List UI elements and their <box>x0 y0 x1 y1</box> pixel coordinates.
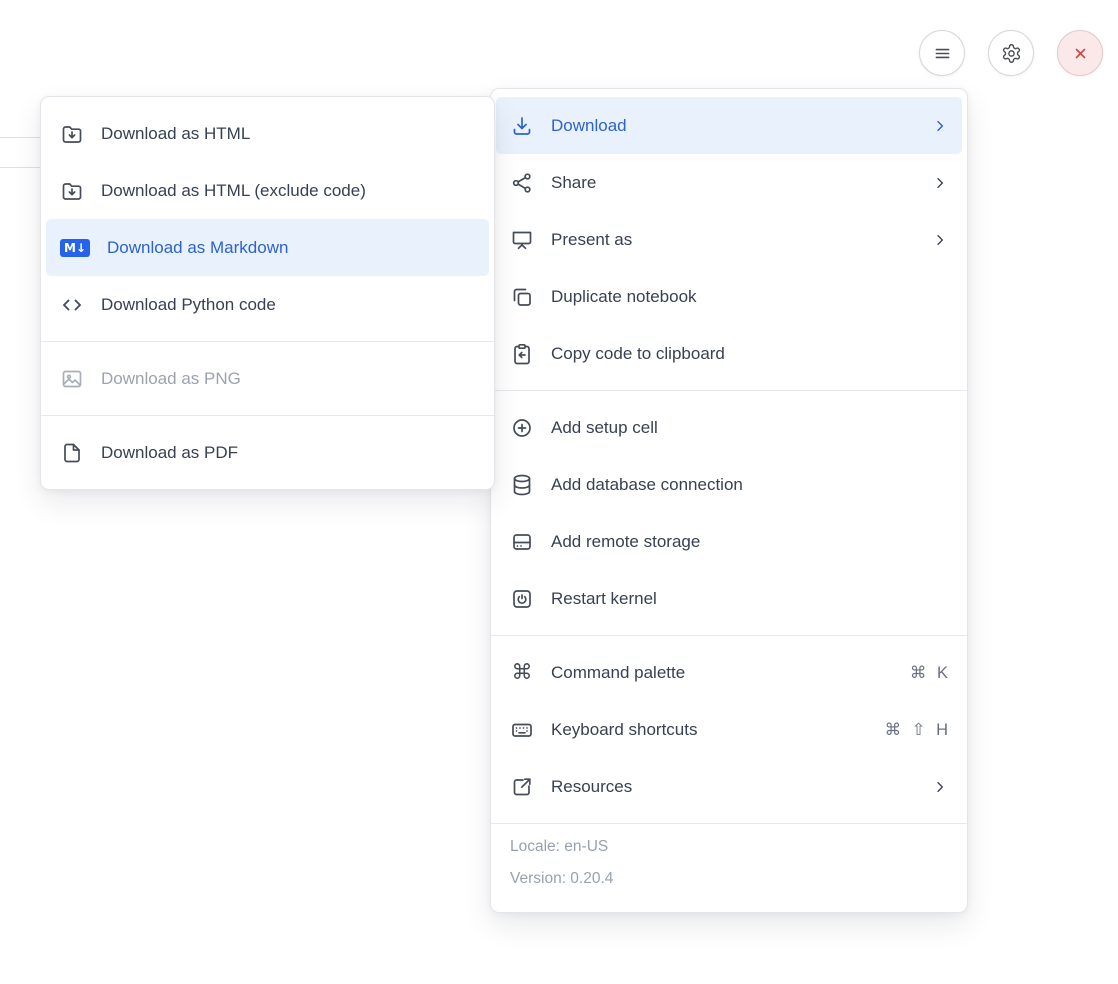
menu-item-label: Download as Markdown <box>107 238 288 258</box>
submenu-group-formats: Download as HTML Download as HTML (exclu… <box>41 105 494 333</box>
menu-item-label: Duplicate notebook <box>551 287 697 307</box>
command-icon: ⌘ <box>510 662 534 683</box>
menu-separator <box>41 341 494 342</box>
menu-item-label: Download as PNG <box>101 369 241 389</box>
file-icon <box>60 441 84 465</box>
menu-item-label: Restart kernel <box>551 589 657 609</box>
menu-item-label: Resources <box>551 777 632 797</box>
menu-item-label: Download as HTML <box>101 124 250 144</box>
download-submenu-panel: Download as HTML Download as HTML (exclu… <box>40 96 495 490</box>
external-link-icon <box>510 775 534 799</box>
markdown-icon: M↓ <box>60 239 90 257</box>
hamburger-icon <box>932 43 953 64</box>
menu-footer: Locale: en-US Version: 0.20.4 <box>491 823 967 904</box>
menu-item-download-as-markdown[interactable]: M↓ Download as Markdown <box>46 219 489 276</box>
menu-item-add-setup-cell[interactable]: Add setup cell <box>496 399 962 456</box>
locale-text: Locale: en-US <box>510 838 948 856</box>
keyboard-icon <box>510 718 534 742</box>
presentation-icon <box>510 228 534 252</box>
menu-item-label: Download as HTML (exclude code) <box>101 181 366 201</box>
menu-item-resources[interactable]: Resources <box>496 758 962 815</box>
menu-item-label: Present as <box>551 230 632 250</box>
settings-button[interactable] <box>988 30 1034 76</box>
menu-item-label: Command palette <box>551 663 685 683</box>
gear-icon <box>1001 43 1022 64</box>
download-icon <box>510 114 534 138</box>
chevron-right-icon <box>932 118 948 134</box>
submenu-group-pdf: Download as PDF <box>41 424 494 481</box>
menu-item-download-as-html[interactable]: Download as HTML <box>46 105 489 162</box>
menu-item-duplicate-notebook[interactable]: Duplicate notebook <box>496 268 962 325</box>
menu-item-command-palette[interactable]: ⌘ Command palette ⌘ K <box>496 644 962 701</box>
notebook-menu-button[interactable] <box>919 30 965 76</box>
menu-item-label: Download Python code <box>101 295 276 315</box>
chevron-right-icon <box>932 175 948 191</box>
submenu-group-png: Download as PNG <box>41 350 494 407</box>
menu-item-keyboard-shortcuts[interactable]: Keyboard shortcuts ⌘ ⇧ H <box>496 701 962 758</box>
menu-item-add-remote-storage[interactable]: Add remote storage <box>496 513 962 570</box>
plus-circle-icon <box>510 416 534 440</box>
menu-item-label: Add remote storage <box>551 532 700 552</box>
menu-item-present-as[interactable]: Present as <box>496 211 962 268</box>
top-right-controls <box>919 30 1103 76</box>
menu-item-label: Download <box>551 116 627 136</box>
menu-item-restart-kernel[interactable]: Restart kernel <box>496 570 962 627</box>
folder-download-icon <box>60 179 84 203</box>
menu-item-add-database-connection[interactable]: Add database connection <box>496 456 962 513</box>
page-edge-line <box>0 137 41 138</box>
share-icon <box>510 171 534 195</box>
clipboard-copy-icon <box>510 342 534 366</box>
menu-item-download[interactable]: Download <box>496 97 962 154</box>
menu-group-actions: Download Share Present as Duplicate note… <box>491 97 967 382</box>
close-button[interactable] <box>1057 30 1103 76</box>
version-text: Version: 0.20.4 <box>510 870 948 888</box>
page-edge-line <box>0 167 41 168</box>
menu-item-label: Download as PDF <box>101 443 238 463</box>
chevron-right-icon <box>932 232 948 248</box>
menu-item-download-as-pdf[interactable]: Download as PDF <box>46 424 489 481</box>
menu-item-label: Add setup cell <box>551 418 658 438</box>
menu-item-label: Copy code to clipboard <box>551 344 725 364</box>
folder-download-icon <box>60 122 84 146</box>
menu-item-label: Share <box>551 173 596 193</box>
menu-item-download-as-png: Download as PNG <box>46 350 489 407</box>
chevron-right-icon <box>932 779 948 795</box>
code-icon <box>60 293 84 317</box>
menu-item-download-as-html-exclude-code[interactable]: Download as HTML (exclude code) <box>46 162 489 219</box>
hard-drive-icon <box>510 530 534 554</box>
menu-separator <box>491 635 967 636</box>
image-icon <box>60 367 84 391</box>
shortcut-label: ⌘ ⇧ H <box>885 720 948 740</box>
menu-item-label: Add database connection <box>551 475 743 495</box>
menu-item-share[interactable]: Share <box>496 154 962 211</box>
menu-group-help: ⌘ Command palette ⌘ K Keyboard shortcuts… <box>491 644 967 815</box>
menu-group-cells: Add setup cell Add database connection A… <box>491 399 967 627</box>
power-icon <box>510 587 534 611</box>
shortcut-label: ⌘ K <box>910 663 948 683</box>
menu-separator <box>41 415 494 416</box>
close-x-icon <box>1070 43 1091 64</box>
duplicate-icon <box>510 285 534 309</box>
menu-item-label: Keyboard shortcuts <box>551 720 697 740</box>
menu-separator <box>491 390 967 391</box>
database-icon <box>510 473 534 497</box>
notebook-menu-panel: Download Share Present as Duplicate note… <box>490 88 968 913</box>
menu-item-copy-code[interactable]: Copy code to clipboard <box>496 325 962 382</box>
menu-item-download-python-code[interactable]: Download Python code <box>46 276 489 333</box>
